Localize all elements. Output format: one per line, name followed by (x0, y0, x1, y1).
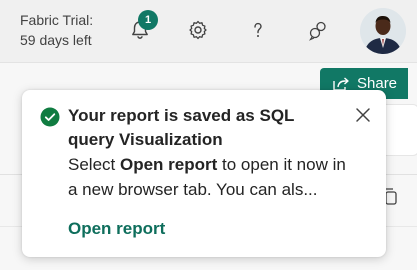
toast-title: Your report is saved as SQL query Visual… (68, 106, 295, 149)
close-toast-button[interactable] (352, 104, 374, 126)
toast-message: Select Open report to open it now in a n… (68, 152, 358, 202)
checkmark-circle-icon (40, 107, 60, 127)
trial-days-left: 59 days left (20, 32, 92, 48)
gear-icon (189, 20, 207, 40)
feedback-button[interactable] (302, 14, 334, 46)
top-header-bar: Fabric Trial: 59 days left 1 (0, 0, 417, 63)
user-photo-icon (360, 8, 406, 54)
close-icon (356, 108, 370, 122)
settings-button[interactable] (182, 14, 214, 46)
toast-message-bold: Open report (119, 155, 218, 174)
notification-count-badge: 1 (138, 10, 158, 30)
open-report-link[interactable]: Open report (68, 219, 165, 239)
toast-message-prefix: Select (68, 155, 120, 174)
user-avatar[interactable] (360, 8, 406, 54)
help-icon (254, 22, 262, 37)
trial-label: Fabric Trial: (20, 12, 94, 28)
save-success-toast: Your report is saved as SQL query Visual… (22, 90, 386, 257)
help-button[interactable] (242, 14, 274, 46)
feedback-icon (309, 21, 326, 41)
trial-status[interactable]: Fabric Trial: 59 days left (20, 10, 93, 50)
